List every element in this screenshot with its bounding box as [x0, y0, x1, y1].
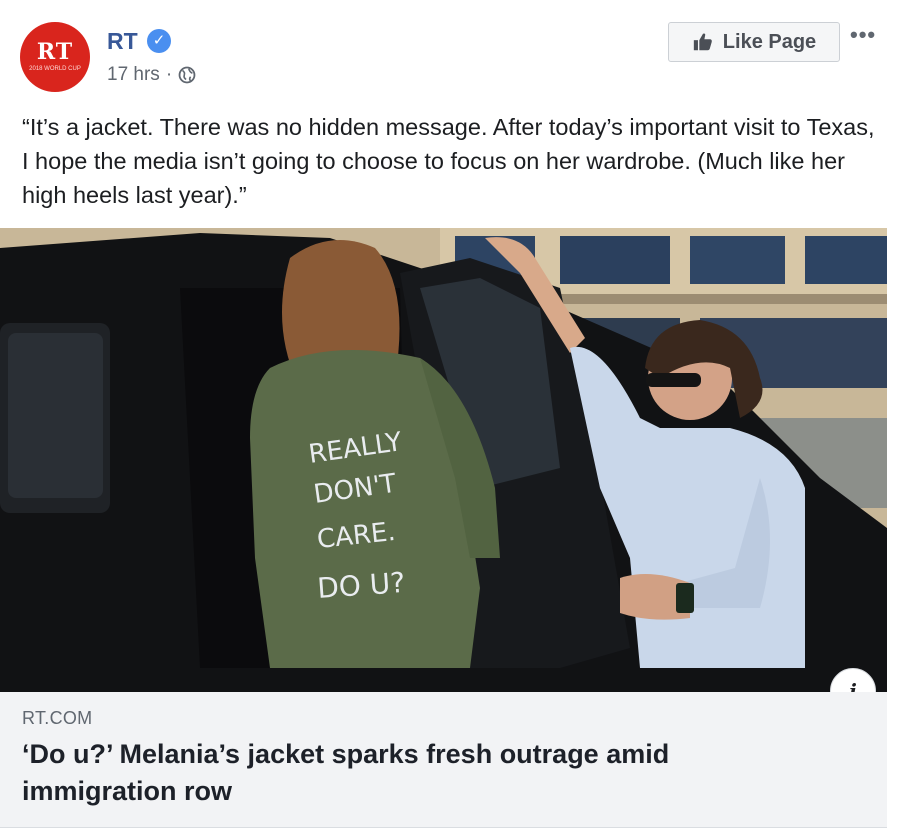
page-name-link[interactable]: RT — [107, 28, 138, 55]
svg-text:DO U?: DO U? — [316, 566, 406, 605]
meta-separator: · — [165, 64, 173, 85]
facebook-post: RT 2018 WORLD CUP RT ✓ 17 hrs · Like Pag… — [0, 0, 900, 830]
link-domain: RT.COM — [22, 708, 93, 728]
globe-icon[interactable] — [178, 66, 196, 84]
photo-illustration: REALLY DON'T CARE. DO U? — [0, 228, 887, 692]
page-avatar[interactable]: RT 2018 WORLD CUP — [20, 22, 90, 92]
post-text: “It’s a jacket. There was no hidden mess… — [22, 114, 875, 208]
link-title[interactable]: ‘Do u?’ Melania’s jacket sparks fresh ou… — [22, 736, 822, 810]
avatar-logo-text: RT — [36, 39, 74, 65]
post-meta: 17 hrs · — [107, 64, 196, 86]
thumbs-up-icon — [693, 33, 712, 51]
link-preview[interactable]: RT.COM ‘Do u?’ Melania’s jacket sparks f… — [0, 692, 887, 828]
post-timestamp[interactable]: 17 hrs — [107, 64, 160, 86]
avatar-subtext: 2018 WORLD CUP — [29, 66, 81, 72]
post-photo[interactable]: REALLY DON'T CARE. DO U? — [0, 228, 887, 692]
more-options-button[interactable]: ••• — [850, 22, 876, 48]
like-page-button[interactable]: Like Page — [668, 22, 840, 62]
verified-badge-icon: ✓ — [147, 29, 171, 53]
like-page-label: Like Page — [722, 30, 817, 53]
